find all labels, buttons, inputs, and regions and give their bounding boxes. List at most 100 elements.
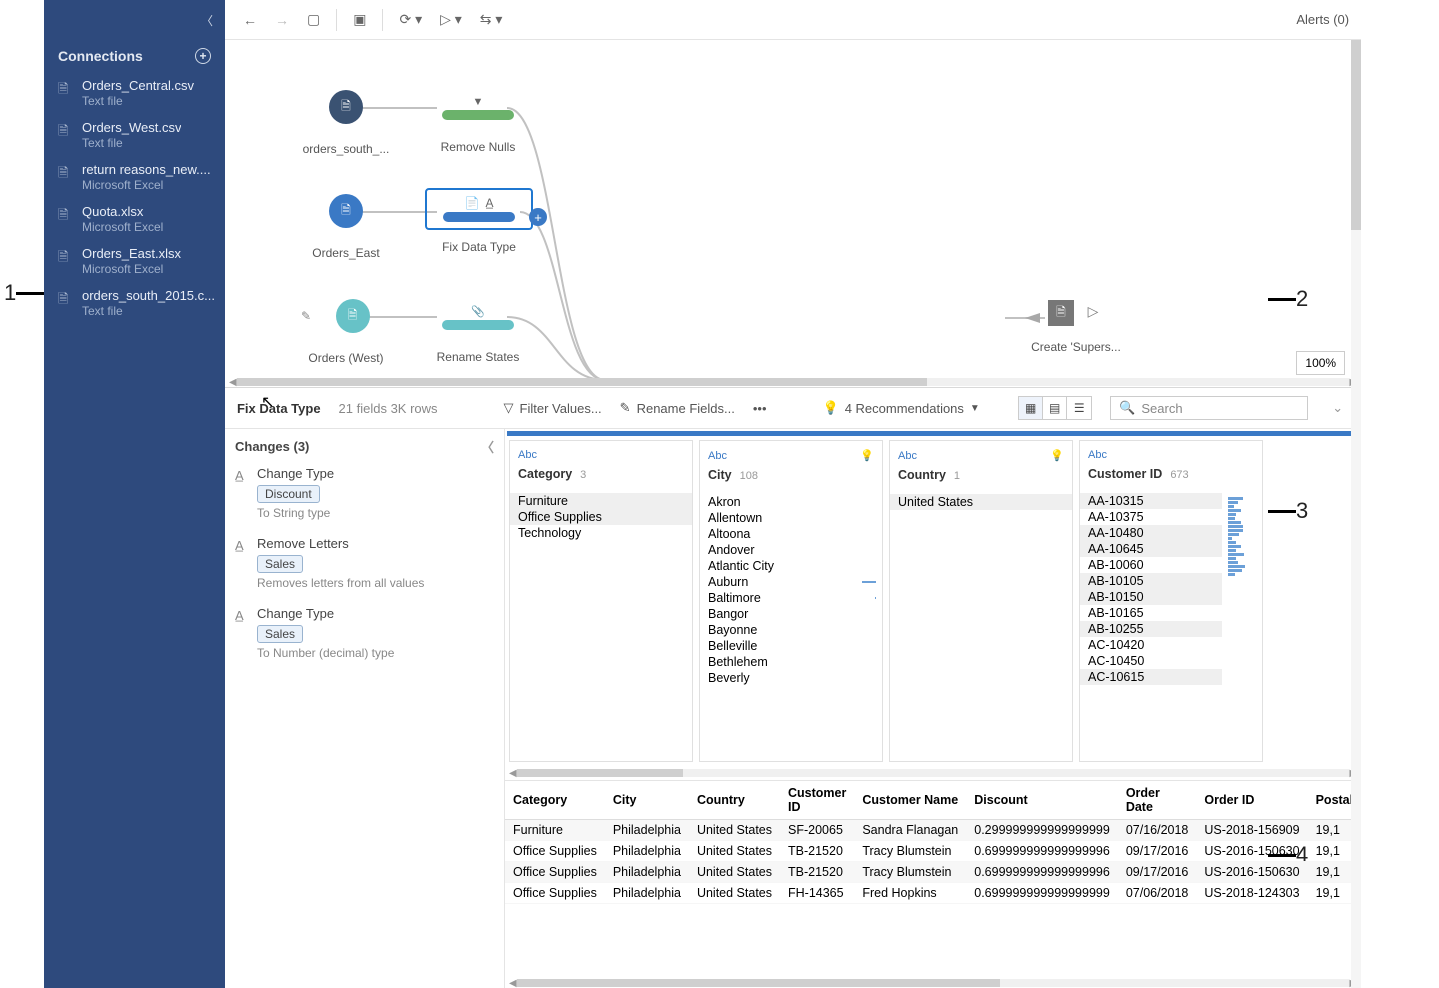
filter-values-button[interactable]: ▽Filter Values... (504, 400, 602, 416)
flow-input-orders-west[interactable]: 🗎 (336, 299, 370, 333)
value-item[interactable]: AB-10150 (1080, 589, 1222, 605)
grid-horizontal-scrollbar[interactable]: ◀▶ (509, 978, 1357, 988)
main-vertical-scrollbar[interactable] (1351, 40, 1361, 988)
value-item[interactable]: Altoona (700, 526, 882, 542)
profile-card[interactable]: AbcCustomer ID673AA-10315AA-10375AA-1048… (1079, 440, 1263, 762)
connection-item[interactable]: 🗎Orders_Central.csvText file (44, 72, 225, 114)
profile-card[interactable]: AbcCategory3FurnitureOffice SuppliesTech… (509, 440, 693, 762)
table-row[interactable]: FurniturePhiladelphiaUnited StatesSF-200… (505, 820, 1361, 841)
publish-button[interactable]: ▣ (347, 7, 372, 32)
add-step-button[interactable]: + (529, 208, 547, 226)
zoom-level[interactable]: 100% (1296, 351, 1345, 375)
column-header[interactable]: City (605, 781, 689, 820)
connection-item[interactable]: 🗎orders_south_2015.c...Text file (44, 282, 225, 324)
flow-input-orders-east[interactable]: 🗎 (329, 194, 363, 228)
field-name[interactable]: Customer ID (1088, 467, 1162, 481)
connection-item[interactable]: 🗎Orders_West.csvText file (44, 114, 225, 156)
column-header[interactable]: Discount (966, 781, 1118, 820)
more-options-button[interactable]: ••• (753, 401, 767, 416)
table-row[interactable]: Office SuppliesPhiladelphiaUnited States… (505, 862, 1361, 883)
change-item[interactable]: A̲Change TypeSalesTo Number (decimal) ty… (235, 606, 494, 660)
back-button[interactable]: ← (237, 8, 263, 32)
refresh-button[interactable]: ⟳ ▾ (393, 7, 428, 32)
value-item[interactable]: Akron (700, 494, 882, 510)
value-item[interactable]: Office Supplies (510, 509, 692, 525)
edit-input-icon[interactable]: ✎ (301, 309, 311, 323)
data-type-label[interactable]: Abc (1088, 449, 1107, 461)
value-item[interactable]: Bethlehem (700, 654, 882, 670)
search-input[interactable]: 🔍Search (1110, 396, 1308, 420)
change-item[interactable]: A̲Change TypeDiscountTo String type (235, 466, 494, 520)
column-header[interactable]: Category (505, 781, 605, 820)
connection-item[interactable]: 🗎Quota.xlsxMicrosoft Excel (44, 198, 225, 240)
column-header[interactable]: Country (689, 781, 780, 820)
flow-step-remove-nulls[interactable]: ▼ (433, 90, 523, 126)
collapse-profile-button[interactable]: ⌄ (1326, 400, 1349, 416)
value-item[interactable]: AB-10105 (1080, 573, 1222, 589)
connection-item[interactable]: 🗎Orders_East.xlsxMicrosoft Excel (44, 240, 225, 282)
profile-card[interactable]: Abc💡City108AkronAllentownAltoonaAndoverA… (699, 440, 883, 762)
grid-view-button[interactable]: ☰ (1067, 397, 1091, 419)
value-item[interactable]: AB-10060 (1080, 557, 1222, 573)
rename-fields-button[interactable]: ✎Rename Fields... (620, 400, 735, 416)
flow-step-fix-data-type[interactable]: 📄A̲ (425, 188, 533, 230)
data-grid[interactable]: CategoryCityCountryCustomer IDCustomer N… (505, 780, 1361, 978)
run-button[interactable]: ▷ ▾ (434, 7, 468, 32)
value-item[interactable]: AB-10165 (1080, 605, 1222, 621)
view-toggle[interactable]: ▦ ▤ ☰ (1018, 396, 1092, 420)
value-item[interactable]: AA-10315 (1080, 493, 1222, 509)
value-item[interactable]: AC-10615 (1080, 669, 1222, 685)
settings-button[interactable]: ⇆ ▾ (474, 7, 509, 32)
list-view-button[interactable]: ▤ (1043, 397, 1067, 419)
value-item[interactable]: Auburn (700, 574, 882, 590)
column-header[interactable]: Customer Name (854, 781, 966, 820)
alerts-indicator[interactable]: Alerts (0) (1296, 12, 1349, 27)
cards-horizontal-scrollbar[interactable]: ◀▶ (509, 768, 1357, 778)
run-output-button[interactable]: ▷ (1082, 300, 1104, 322)
column-header[interactable]: Customer ID (780, 781, 854, 820)
value-item[interactable]: Bayonne (700, 622, 882, 638)
value-item[interactable]: United States (890, 494, 1072, 510)
value-item[interactable]: Furniture (510, 493, 692, 509)
value-item[interactable]: AA-10645 (1080, 541, 1222, 557)
field-name[interactable]: Category (518, 467, 572, 481)
value-item[interactable]: Andover (700, 542, 882, 558)
value-item[interactable]: Allentown (700, 510, 882, 526)
data-type-label[interactable]: Abc (898, 450, 917, 462)
recommendation-icon[interactable]: 💡 (860, 449, 874, 462)
flow-output-node[interactable]: 🗎 (1048, 300, 1074, 326)
value-item[interactable]: AA-10480 (1080, 525, 1222, 541)
change-item[interactable]: A̲Remove LettersSalesRemoves letters fro… (235, 536, 494, 590)
flow-pane[interactable]: 🗎 orders_south_... 🗎 Orders_East ✎ 🗎 Ord… (225, 40, 1361, 388)
value-item[interactable]: Technology (510, 525, 692, 541)
collapse-changes-button[interactable]: 〈 (481, 437, 494, 456)
value-item[interactable]: AB-10255 (1080, 621, 1222, 637)
value-item[interactable]: AA-10375 (1080, 509, 1222, 525)
connection-item[interactable]: 🗎return reasons_new....Microsoft Excel (44, 156, 225, 198)
value-item[interactable]: Baltimore (700, 590, 882, 606)
column-header[interactable]: Order ID (1196, 781, 1307, 820)
value-item[interactable]: AC-10420 (1080, 637, 1222, 653)
save-button[interactable]: ▢ (301, 7, 326, 32)
field-name[interactable]: Country (898, 468, 946, 482)
flow-input-orders-south[interactable]: 🗎 (329, 90, 363, 124)
table-row[interactable]: Office SuppliesPhiladelphiaUnited States… (505, 883, 1361, 904)
data-type-label[interactable]: Abc (518, 449, 537, 461)
value-item[interactable]: Belleville (700, 638, 882, 654)
value-item[interactable]: Beverly (700, 670, 882, 686)
flow-horizontal-scrollbar[interactable]: ◀▶ (229, 377, 1357, 387)
recommendations-button[interactable]: 💡4 Recommendations▼ (823, 400, 980, 416)
data-type-label[interactable]: Abc (708, 450, 727, 462)
value-item[interactable]: Atlantic City (700, 558, 882, 574)
flow-step-rename-states[interactable]: 📎 (433, 299, 523, 336)
sidebar-collapse-button[interactable]: 〈 (201, 12, 213, 29)
table-row[interactable]: Office SuppliesPhiladelphiaUnited States… (505, 841, 1361, 862)
forward-button[interactable]: → (269, 8, 295, 32)
value-item[interactable]: Bangor (700, 606, 882, 622)
value-item[interactable]: AC-10450 (1080, 653, 1222, 669)
profile-card[interactable]: Abc💡Country1United States (889, 440, 1073, 762)
profile-view-button[interactable]: ▦ (1019, 397, 1043, 419)
recommendation-icon[interactable]: 💡 (1050, 449, 1064, 462)
field-name[interactable]: City (708, 468, 732, 482)
column-header[interactable]: Order Date (1118, 781, 1197, 820)
